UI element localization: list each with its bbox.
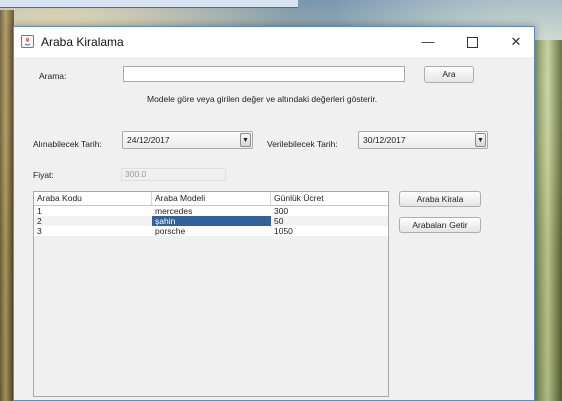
column-header-price[interactable]: Günlük Ücret [271, 192, 388, 205]
maximize-button[interactable] [456, 31, 488, 53]
close-icon: ✕ [510, 34, 522, 49]
rent-car-button-label: Araba Kirala [416, 194, 464, 204]
car-table: Araba Kodu Araba Modeli Günlük Ücret 1 m… [33, 191, 389, 397]
content-panel: Arama: Ara Modele göre veya girilen değe… [14, 57, 534, 400]
return-date-value: 30/12/2017 [363, 135, 406, 145]
fetch-cars-button[interactable]: Arabaları Getir [399, 217, 481, 233]
cell-price: 1050 [274, 226, 293, 236]
cell-code: 3 [37, 226, 42, 236]
cell-model: porsche [155, 226, 186, 236]
chevron-down-icon: ▼ [475, 133, 486, 147]
price-label: Fiyat: [33, 170, 54, 180]
table-header: Araba Kodu Araba Modeli Günlük Ücret [34, 192, 388, 206]
search-button[interactable]: Ara [424, 66, 474, 83]
column-header-model[interactable]: Araba Modeli [152, 192, 271, 205]
background-window-strip [0, 0, 298, 8]
return-date-select[interactable]: 30/12/2017 ▼ [358, 131, 488, 149]
cell-code: 1 [37, 206, 42, 216]
return-date-label: Verilebilecek Tarih: [267, 139, 338, 149]
price-field: 300.0 [121, 168, 226, 181]
cell-code: 2 [37, 216, 42, 226]
cell-price: 50 [274, 216, 284, 226]
minimize-icon: — [421, 34, 435, 49]
pickup-date-value: 24/12/2017 [127, 135, 170, 145]
desktop-wallpaper-left [0, 10, 14, 401]
title-bar[interactable]: Araba Kiralama — ✕ [14, 27, 534, 57]
fetch-cars-button-label: Arabaları Getir [412, 220, 468, 230]
desktop-wallpaper-right [534, 40, 562, 401]
app-window: Araba Kiralama — ✕ Arama: Ara Modele gör… [13, 26, 535, 401]
cell-model: mercedes [155, 206, 193, 216]
java-app-icon [21, 35, 34, 48]
cell-model-selected: şahin [152, 216, 271, 226]
search-button-label: Ara [442, 69, 456, 79]
table-row[interactable]: 2 şahin 50 [34, 216, 388, 226]
cell-price: 300 [274, 206, 289, 216]
search-input[interactable] [123, 66, 405, 82]
column-header-code[interactable]: Araba Kodu [34, 192, 152, 205]
rent-car-button[interactable]: Araba Kirala [399, 191, 481, 207]
table-body: 1 mercedes 300 2 şahin 50 3 porsche 1050 [34, 206, 388, 236]
minimize-button[interactable]: — [412, 31, 444, 53]
table-row[interactable]: 1 mercedes 300 [34, 206, 388, 216]
info-text: Modele göre veya girilen değer ve altınd… [147, 94, 378, 104]
maximize-icon [466, 37, 478, 49]
close-button[interactable]: ✕ [500, 31, 532, 53]
table-row[interactable]: 3 porsche 1050 [34, 226, 388, 236]
pickup-date-select[interactable]: 24/12/2017 ▼ [122, 131, 253, 149]
search-label: Arama: [39, 71, 67, 81]
chevron-down-icon: ▼ [240, 133, 251, 147]
pickup-date-label: Alınabilecek Tarih: [33, 139, 102, 149]
window-title: Araba Kiralama [41, 35, 124, 49]
